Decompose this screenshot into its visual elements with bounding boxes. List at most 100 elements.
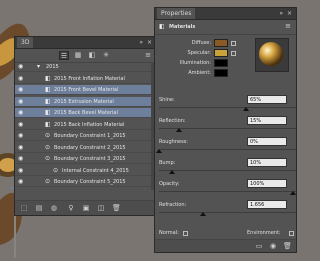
- slider-thumb[interactable]: [156, 149, 162, 153]
- layer-label: 2015 Back Inflation Material: [54, 121, 125, 128]
- eye-icon[interactable]: ◉: [18, 156, 25, 162]
- 3d-panel: 3D » × ☰ ▦ ◧ ✳ ≡ ◉ ▾ 2015 ◉ ◧ 2015 Front Infl…: [14, 36, 157, 216]
- layer-label: 2015 Front Inflation Material: [54, 75, 125, 82]
- slider-thumb[interactable]: [290, 191, 296, 195]
- slider-label: Bump:: [159, 160, 176, 166]
- slider-track[interactable]: [159, 107, 296, 108]
- delete-icon[interactable]: 🗑: [112, 204, 121, 212]
- swatch-label: Illumination:: [179, 60, 211, 66]
- layer-label: Boundary Constraint 2_2015: [54, 144, 126, 151]
- slider-track[interactable]: [159, 149, 296, 150]
- panel-collapse-close-icon[interactable]: » ×: [139, 37, 153, 48]
- color-swatch[interactable]: [214, 59, 228, 67]
- slider-track[interactable]: [159, 191, 296, 192]
- slider-label: Shine:: [159, 97, 175, 103]
- texture-folder-icon[interactable]: [231, 51, 236, 56]
- eye-icon[interactable]: ◉: [18, 110, 25, 116]
- layer-label: 2015 Front Bevel Material: [54, 87, 119, 93]
- visibility-icon[interactable]: ◉: [269, 242, 277, 250]
- layer-label: Boundary Constraint 3_2015: [54, 156, 126, 162]
- environment-label: Environment:: [247, 230, 281, 236]
- slider-value-input[interactable]: 0%: [247, 137, 287, 146]
- slider-thumb[interactable]: [169, 170, 176, 174]
- mesh-filter-icon[interactable]: ▦: [73, 51, 83, 60]
- layer-row[interactable]: ◉ ⊙ Boundary Constraint 1_2015: [15, 131, 156, 141]
- layer-row[interactable]: ◉ ◧ 2015 Front Bevel Material: [15, 85, 156, 95]
- ground-plane-icon[interactable]: ◍: [50, 204, 58, 212]
- slider-value-input[interactable]: 10%: [247, 158, 287, 167]
- layer-row[interactable]: ◉ ◧ 2015 Extrusion Material: [15, 96, 156, 107]
- constraint-icon: ⊙: [45, 178, 51, 185]
- color-swatch[interactable]: [214, 39, 228, 47]
- constraint-icon: ⊙: [45, 132, 51, 139]
- panel-collapse-close-icon[interactable]: » ×: [279, 8, 293, 19]
- slider-label: Roughness:: [159, 139, 188, 145]
- layer-row[interactable]: ◉ ▾ 2015: [15, 62, 156, 72]
- layer-row[interactable]: ◉ ◧ 2015 Back Inflation Material: [15, 120, 156, 130]
- properties-header: ◧ Materials ≡: [155, 20, 296, 35]
- eye-icon[interactable]: ◉: [18, 98, 25, 104]
- layer-label: Boundary Constraint 1_2015: [54, 133, 126, 139]
- slider-value-input[interactable]: 100%: [247, 179, 287, 188]
- layer-row[interactable]: ◉ ⊙ Boundary Constraint 3_2015: [15, 154, 156, 164]
- swatch-label: Ambient:: [188, 70, 211, 76]
- eye-icon[interactable]: ◉: [18, 121, 25, 127]
- eye-icon[interactable]: ◉: [18, 64, 25, 70]
- panel-menu-icon[interactable]: ≡: [143, 51, 153, 60]
- environment-folder-icon[interactable]: [289, 231, 294, 236]
- camera-icon[interactable]: ▣: [82, 204, 90, 212]
- slider-thumb[interactable]: [243, 107, 250, 111]
- color-swatch[interactable]: [214, 69, 228, 77]
- constraint-icon: ⊙: [53, 166, 59, 174]
- material-icon: ◧: [45, 97, 51, 105]
- normal-folder-icon[interactable]: [183, 231, 188, 236]
- texture-folder-icon[interactable]: [231, 41, 236, 46]
- material-icon: ◧: [45, 74, 51, 82]
- light-filter-icon[interactable]: ✳: [101, 51, 111, 60]
- eye-icon[interactable]: ◉: [18, 75, 25, 81]
- eye-icon[interactable]: ◉: [18, 133, 25, 139]
- materials-icon: ◧: [159, 23, 165, 30]
- material-icon: ◧: [45, 86, 51, 93]
- slider-thumb[interactable]: [176, 128, 183, 132]
- layer-label: Boundary Constraint 5_2015: [54, 179, 126, 185]
- scene-filter-icon[interactable]: ☰: [59, 51, 69, 60]
- slider-label: Refraction:: [159, 202, 187, 208]
- 3d-panel-bottombar: ⬚ ▤ ◍ ♀ ▣ ◫ 🗑: [15, 200, 156, 215]
- eye-icon[interactable]: ◉: [18, 144, 25, 150]
- panel-menu-icon[interactable]: ≡: [283, 22, 293, 31]
- 3d-panel-tabbar: 3D » ×: [15, 37, 156, 49]
- swatch-label: Diffuse:: [191, 40, 211, 46]
- layer-row[interactable]: ◉ ◧ 2015 Front Inflation Material: [15, 74, 156, 84]
- color-swatch[interactable]: [214, 49, 228, 57]
- slider-value-input[interactable]: 1.656: [247, 200, 287, 209]
- render-icon[interactable]: ▤: [35, 204, 43, 212]
- material-filter-icon[interactable]: ◧: [87, 51, 97, 60]
- layer-row[interactable]: ◉ ⊙ Boundary Constraint 5_2015: [15, 177, 156, 187]
- tab-3d[interactable]: 3D: [17, 37, 34, 48]
- 3d-filter-toolbar: ☰ ▦ ◧ ✳ ≡: [15, 49, 156, 63]
- layer-row[interactable]: ◉ ⊙ Internal Constraint 4_2015: [15, 166, 156, 176]
- slider-track[interactable]: [159, 170, 296, 171]
- slider-track[interactable]: [159, 212, 296, 213]
- layer-label: 2015 Extrusion Material: [54, 98, 114, 105]
- slider-value-input[interactable]: 65%: [247, 95, 287, 104]
- properties-tabbar: Properties » ×: [155, 8, 296, 20]
- light-icon[interactable]: ♀: [67, 204, 75, 212]
- eye-icon[interactable]: ◉: [18, 87, 25, 93]
- add-icon[interactable]: ◫: [97, 204, 105, 212]
- eye-icon[interactable]: ◉: [18, 167, 25, 173]
- slider-value-input[interactable]: 15%: [247, 116, 287, 125]
- clip-icon[interactable]: ▭: [255, 242, 263, 250]
- layer-row[interactable]: ◉ ◧ 2015 Back Bevel Material: [15, 108, 156, 118]
- new-light-icon[interactable]: ⬚: [20, 204, 28, 212]
- material-icon: ◧: [45, 120, 51, 128]
- constraint-icon: ⊙: [45, 143, 51, 151]
- layer-row[interactable]: ◉ ⊙ Boundary Constraint 2_2015: [15, 143, 156, 153]
- tab-properties[interactable]: Properties: [157, 8, 196, 19]
- layer-label: 2015: [46, 64, 59, 70]
- delete-icon[interactable]: 🗑: [283, 242, 292, 250]
- slider-thumb[interactable]: [200, 212, 207, 216]
- material-preview-sphere[interactable]: [255, 38, 289, 72]
- eye-icon[interactable]: ◉: [18, 179, 25, 185]
